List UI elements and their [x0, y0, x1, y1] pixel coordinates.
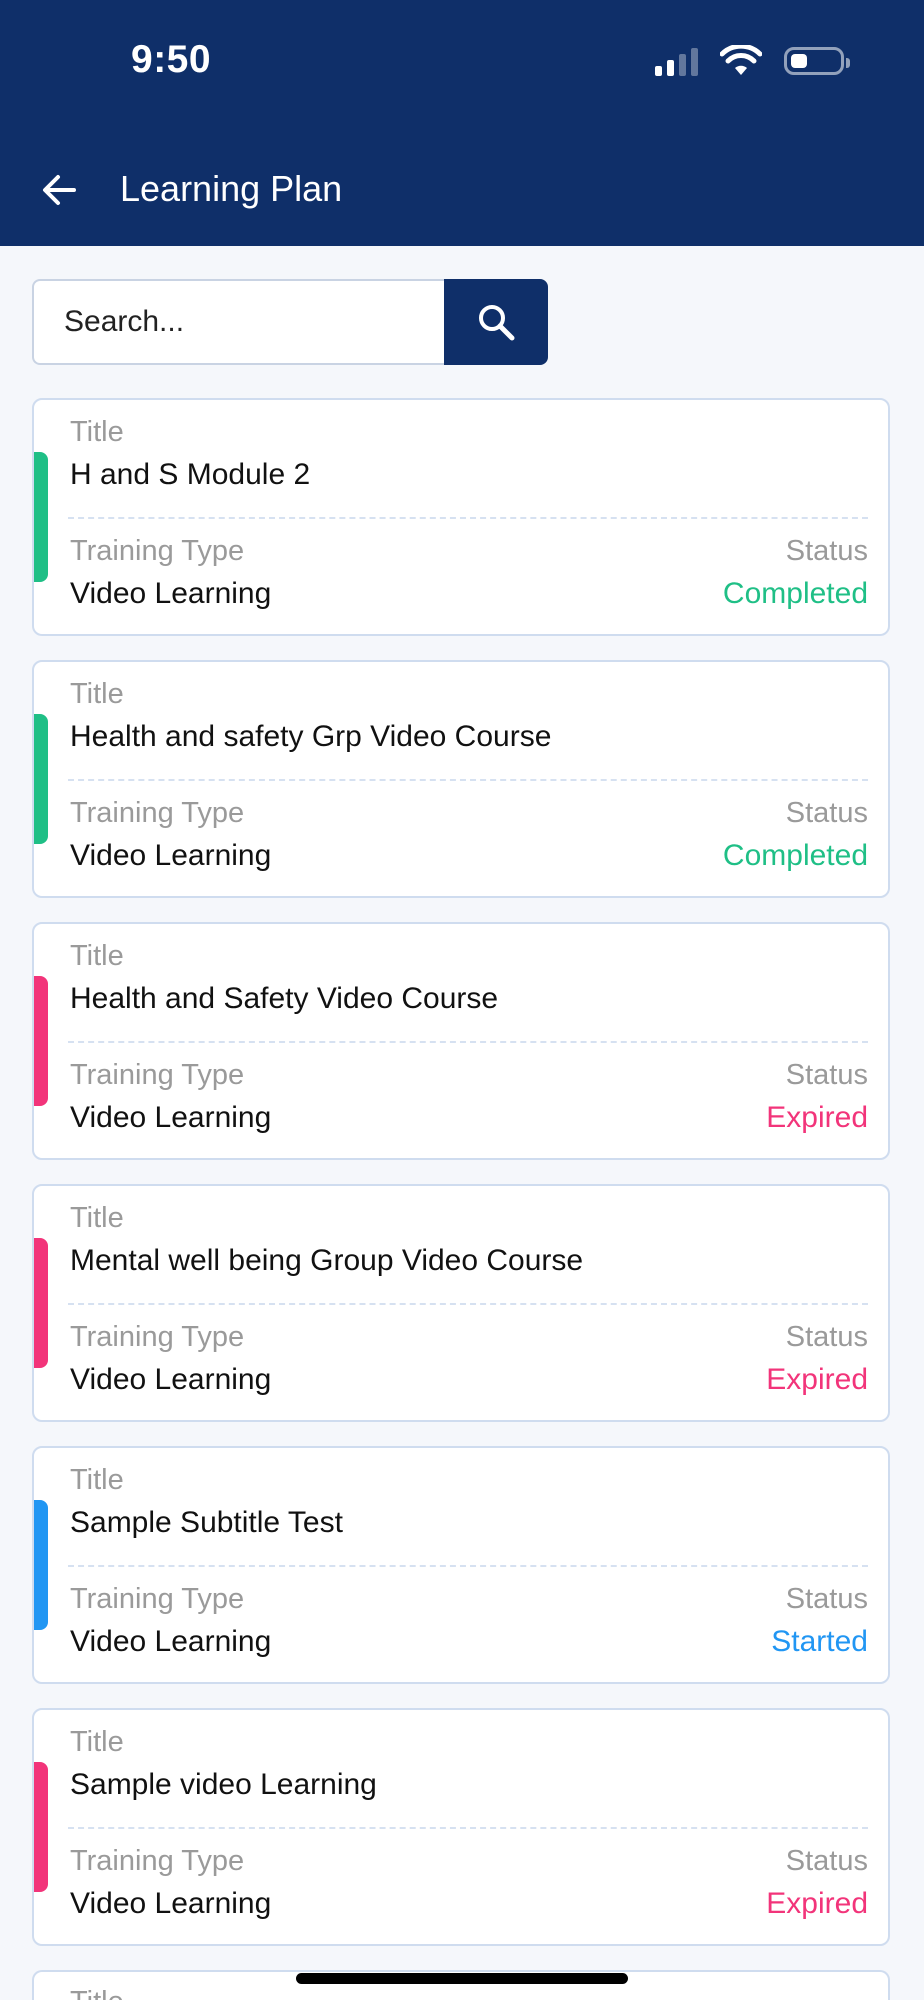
status-label: Status [785, 1583, 868, 1615]
arrow-left-icon [43, 175, 76, 205]
wifi-icon [720, 45, 762, 75]
title-label: Title [70, 1986, 124, 2000]
search-icon [479, 305, 515, 341]
learning-card[interactable]: Title Mental well being Group Video Cour… [32, 1184, 890, 1422]
card-divider [68, 517, 868, 519]
learning-card[interactable]: Title Sample video Learning Training Typ… [32, 1708, 890, 1946]
status-accent-bar [34, 1762, 48, 1892]
cellular-signal-icon [655, 46, 698, 76]
card-divider [68, 1303, 868, 1305]
training-type-label: Training Type [70, 1583, 245, 1615]
course-title: Health and safety Grp Video Course [70, 720, 552, 753]
status-value: Expired [766, 1363, 868, 1396]
search-input[interactable] [32, 279, 444, 365]
battery-icon [784, 47, 850, 75]
status-value: Completed [722, 839, 868, 872]
status-bar-time: 9:50 [131, 38, 212, 81]
course-title: H and S Module 2 [70, 458, 311, 491]
status-value: Expired [766, 1887, 868, 1920]
status-label: Status [785, 535, 868, 567]
page-title: Learning Plan [120, 168, 343, 209]
status-value: Started [771, 1625, 868, 1658]
course-title: Sample video Learning [70, 1768, 377, 1801]
status-accent-bar [34, 452, 48, 582]
status-label: Status [785, 1845, 868, 1877]
training-type-value: Video Learning [70, 839, 272, 872]
status-label: Status [785, 1059, 868, 1091]
training-type-label: Training Type [70, 1321, 245, 1353]
home-indicator [296, 1973, 628, 1984]
card-divider [68, 1827, 868, 1829]
title-label: Title [70, 416, 124, 448]
training-type-value: Video Learning [70, 1363, 272, 1396]
search-bar [32, 279, 548, 365]
status-accent-bar [34, 1500, 48, 1630]
status-label: Status [785, 797, 868, 829]
learning-card[interactable]: Title Sample Subtitle Test Training Type… [32, 1446, 890, 1684]
status-value: Expired [766, 1101, 868, 1134]
title-label: Title [70, 940, 124, 972]
card-divider [68, 1565, 868, 1567]
title-label: Title [70, 1464, 124, 1496]
training-type-value: Video Learning [70, 1101, 272, 1134]
training-type-value: Video Learning [70, 1887, 272, 1920]
training-type-label: Training Type [70, 797, 245, 829]
status-value: Completed [722, 577, 868, 610]
training-type-label: Training Type [70, 1059, 245, 1091]
app-header: 9:50 Learning Plan [0, 0, 924, 246]
course-title: Health and Safety Video Course [70, 982, 499, 1015]
course-title: Sample Subtitle Test [70, 1506, 343, 1539]
status-label: Status [785, 1321, 868, 1353]
training-type-label: Training Type [70, 535, 245, 567]
learning-card[interactable]: Title H and S Module 2 Training Type Vid… [32, 398, 890, 636]
status-accent-bar [34, 714, 48, 844]
title-label: Title [70, 1726, 124, 1758]
back-button[interactable] [36, 166, 84, 214]
learning-card[interactable]: Title Health and safety Grp Video Course… [32, 660, 890, 898]
learning-card[interactable]: Title Health and Safety Video Course Tra… [32, 922, 890, 1160]
card-divider [68, 779, 868, 781]
title-label: Title [70, 678, 124, 710]
training-type-value: Video Learning [70, 1625, 272, 1658]
status-accent-bar [34, 976, 48, 1106]
search-button[interactable] [444, 279, 548, 365]
training-type-label: Training Type [70, 1845, 245, 1877]
status-bar-icons [655, 44, 850, 78]
status-accent-bar [34, 1238, 48, 1368]
course-title: Mental well being Group Video Course [70, 1244, 584, 1277]
training-type-value: Video Learning [70, 577, 272, 610]
title-label: Title [70, 1202, 124, 1234]
card-divider [68, 1041, 868, 1043]
